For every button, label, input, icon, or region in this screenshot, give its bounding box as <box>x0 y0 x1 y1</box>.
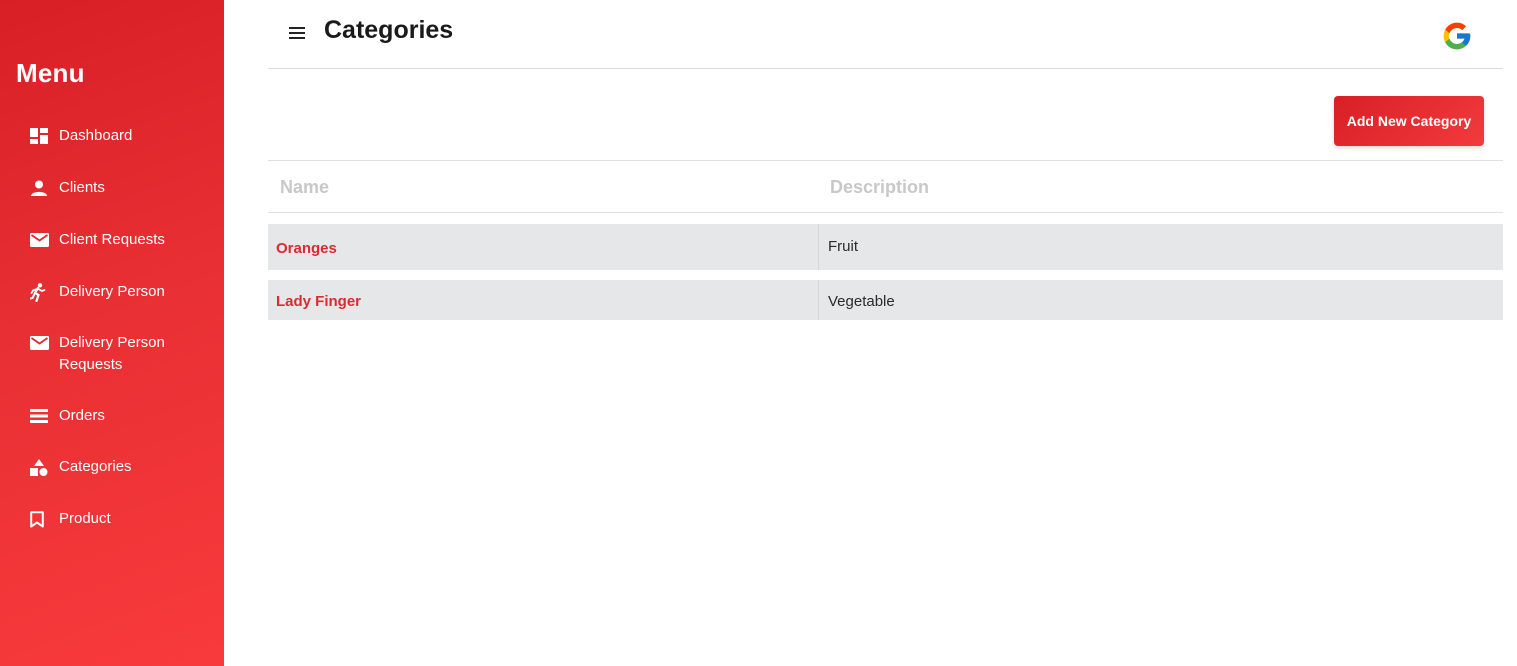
cell-divider <box>818 280 819 320</box>
sidebar-item-label: Product <box>59 510 111 527</box>
sidebar-item-dashboard[interactable]: Dashboard <box>30 125 132 147</box>
sidebar-item-delivery-person[interactable]: Delivery Person <box>30 281 165 303</box>
google-icon[interactable] <box>1441 20 1473 52</box>
list-icon <box>30 405 50 427</box>
category-name-link[interactable]: Lady Finger <box>276 293 361 310</box>
sidebar-title: Menu <box>16 58 85 88</box>
bookmark-icon <box>30 508 50 530</box>
sidebar-item-orders[interactable]: Orders <box>30 405 105 427</box>
sidebar-item-delivery-person-requests[interactable]: Delivery Person Requests <box>30 332 165 376</box>
user-icon <box>30 177 50 199</box>
sidebar-item-categories[interactable]: Categories <box>30 456 132 478</box>
mail-icon <box>30 332 50 354</box>
sidebar: Menu Dashboard Clients Client Requests D… <box>0 0 224 666</box>
sidebar-item-clients[interactable]: Clients <box>30 177 105 199</box>
sidebar-item-product[interactable]: Product <box>30 508 111 530</box>
sidebar-item-label: Delivery Person <box>59 283 165 300</box>
page-title: Categories <box>324 16 454 44</box>
column-header-name: Name <box>280 177 330 197</box>
category-description: Fruit <box>828 238 858 255</box>
sidebar-item-label: Client Requests <box>59 231 165 248</box>
mail-icon <box>30 229 50 251</box>
sidebar-item-client-requests[interactable]: Client Requests <box>30 229 165 251</box>
sidebar-item-label: Dashboard <box>59 127 133 144</box>
sidebar-item-label: Orders <box>59 407 105 424</box>
table-row: Oranges Fruit <box>268 224 1503 270</box>
top-bar: Categories <box>268 0 1503 69</box>
table-row: Lady Finger Vegetable <box>268 280 1503 320</box>
running-person-icon <box>30 281 50 303</box>
shapes-icon <box>30 456 50 478</box>
category-name-link[interactable]: Oranges <box>276 240 337 257</box>
table-header: Name Description <box>268 160 1503 213</box>
category-description: Vegetable <box>828 293 895 310</box>
main-content: Categories Add New Category Name Descrip… <box>224 0 1517 666</box>
column-header-description: Description <box>830 177 930 197</box>
cell-divider <box>818 224 819 270</box>
categories-table: Name Description Oranges Fruit Lady Fing… <box>268 160 1503 320</box>
sidebar-item-label: Categories <box>59 458 132 475</box>
hamburger-icon[interactable] <box>288 24 306 42</box>
sidebar-item-label: Clients <box>59 179 105 196</box>
sidebar-item-label: Delivery Person Requests <box>59 334 165 373</box>
add-new-category-button[interactable]: Add New Category <box>1334 96 1484 146</box>
dashboard-icon <box>30 125 50 147</box>
